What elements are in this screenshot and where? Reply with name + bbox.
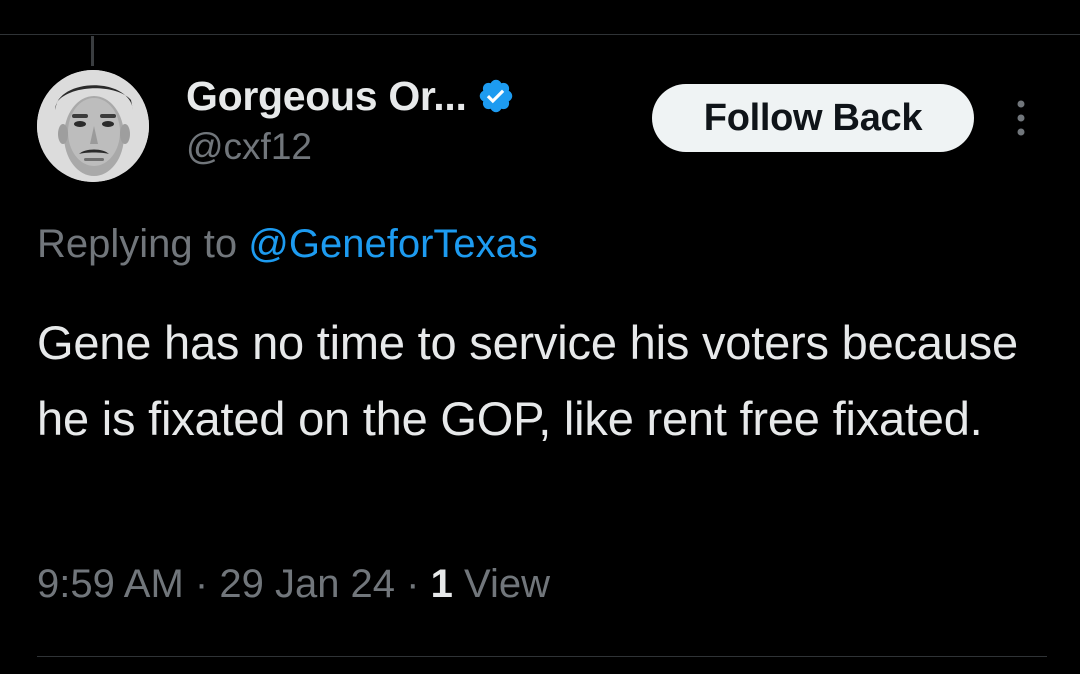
replying-to-label: Replying to xyxy=(37,222,238,266)
view-count: 1 xyxy=(430,562,453,606)
follow-back-button[interactable]: Follow Back xyxy=(652,84,974,152)
thread-connector-line xyxy=(91,36,94,66)
view-label: View xyxy=(464,562,550,606)
tweet-text: Gene has no time to service his voters b… xyxy=(37,316,1018,445)
tweet-time[interactable]: 9:59 AM xyxy=(37,562,184,606)
avatar[interactable] xyxy=(37,70,149,182)
replying-to-line: Replying to @GeneforTexas xyxy=(37,222,538,267)
tweet-date[interactable]: 29 Jan 24 xyxy=(219,562,395,606)
separator-dot: · xyxy=(406,562,420,606)
user-handle[interactable]: @cxf12 xyxy=(186,126,515,168)
more-vertical-icon[interactable] xyxy=(1008,98,1034,138)
bottom-divider xyxy=(37,656,1047,657)
name-row: Gorgeous Or... xyxy=(186,70,515,122)
tweet-header: Gorgeous Or... @cxf12 xyxy=(186,70,515,168)
top-divider xyxy=(0,34,1080,35)
display-name[interactable]: Gorgeous Or... xyxy=(186,73,467,120)
profile-photo xyxy=(37,70,149,182)
verified-badge-icon[interactable] xyxy=(477,77,515,115)
separator-dot: · xyxy=(194,562,209,606)
tweet-metadata: 9:59 AM · 29 Jan 24 · 1 View xyxy=(37,562,550,607)
replying-to-mention-link[interactable]: @GeneforTexas xyxy=(248,222,538,266)
